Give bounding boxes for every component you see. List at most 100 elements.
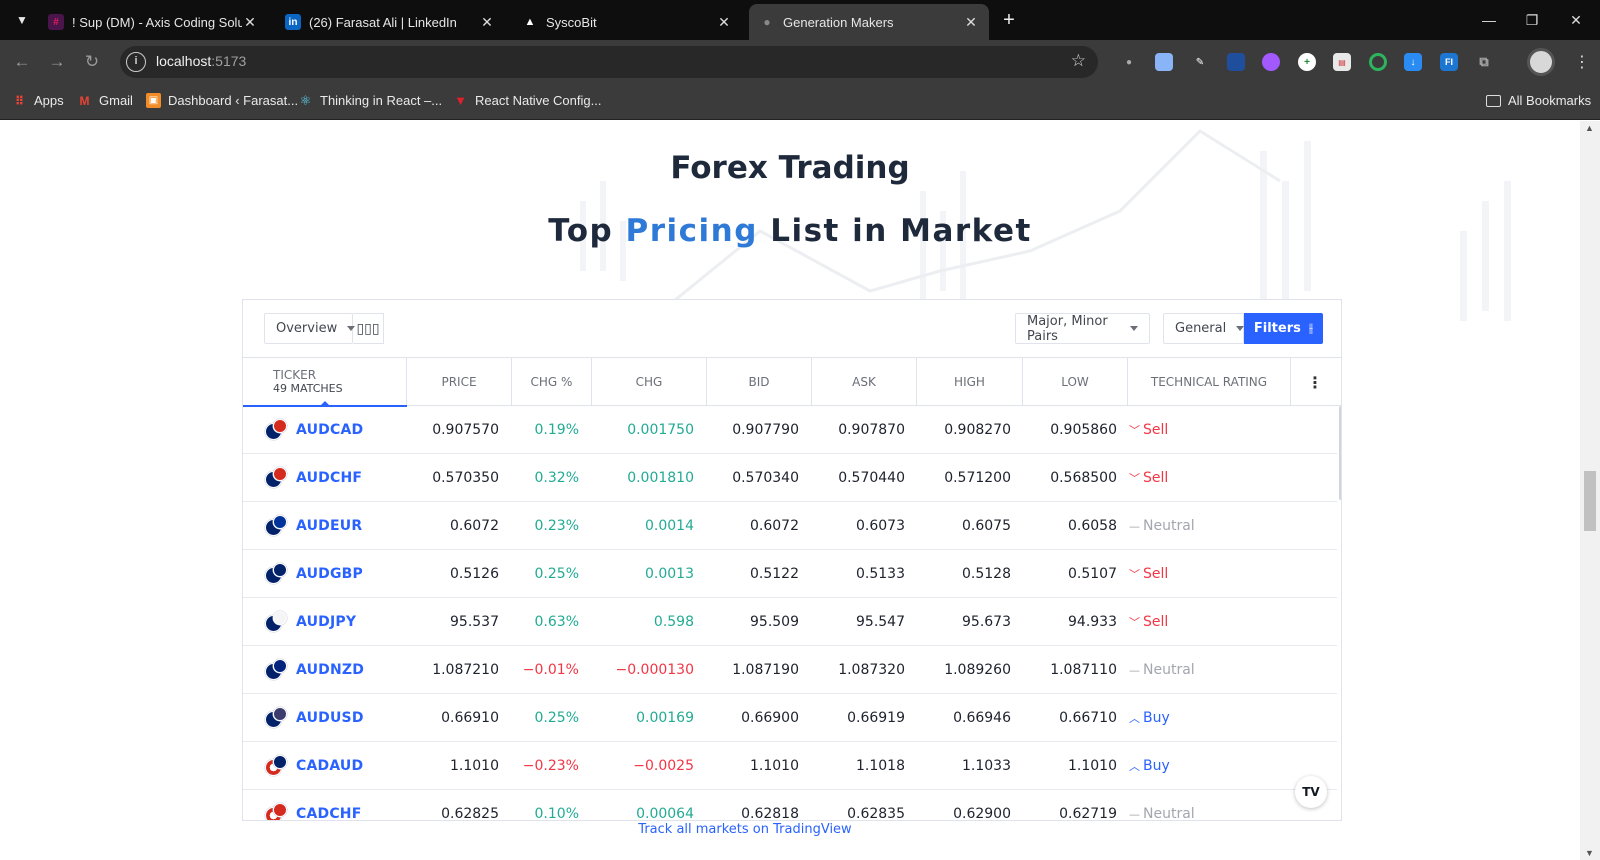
extension-color-icon[interactable] — [1262, 53, 1280, 71]
cell-ask: 95.547 — [856, 614, 905, 630]
cell-chg-pct: −0.23% — [522, 758, 579, 774]
extension-card-icon[interactable]: ▤ — [1333, 53, 1351, 71]
quote-flag-icon — [273, 659, 287, 673]
table-row[interactable]: CADCHF 0.62825 0.10% 0.00064 0.62818 0.62835 0… — [243, 790, 1337, 821]
cell-price: 1.087210 — [432, 662, 499, 678]
browser-menu-icon[interactable]: ⋮ — [1574, 52, 1590, 72]
cell-ask: 0.5133 — [856, 566, 905, 582]
table-row[interactable]: AUDUSD 0.66910 0.25% 0.00169 0.66900 0.66919 0… — [243, 694, 1337, 742]
ticker-symbol-link[interactable]: AUDCHF — [296, 454, 362, 502]
table-row[interactable]: AUDJPY 95.537 0.63% 0.598 95.509 95.547 95.673… — [243, 598, 1337, 646]
ticker-symbol-link[interactable]: AUDJPY — [296, 598, 356, 646]
tab-title: ! Sup (DM) - Axis Coding Soluti — [72, 14, 242, 30]
browser-tab-generation-makers[interactable]: ● Generation Makers ✕ — [749, 4, 989, 40]
ticker-symbol-link[interactable]: AUDUSD — [296, 694, 364, 742]
rating-label: Sell — [1143, 422, 1169, 438]
extension-target-icon[interactable] — [1369, 53, 1387, 71]
cell-ask: 0.62835 — [847, 806, 905, 821]
column-label: LOW — [1061, 375, 1089, 389]
column-ask[interactable]: ASK — [812, 358, 917, 406]
column-label: CHG — [635, 375, 663, 389]
column-high[interactable]: HIGH — [917, 358, 1023, 406]
dash-icon: — — [1129, 808, 1140, 821]
column-chg[interactable]: CHG — [592, 358, 707, 406]
extension-fi-icon[interactable]: FI — [1440, 53, 1458, 71]
cell-bid: 0.6072 — [750, 518, 799, 534]
view-select[interactable]: Overview — [264, 313, 356, 344]
bookmark-thinking-in-react[interactable]: ⚛ Thinking in React –... — [298, 93, 442, 109]
tab-close-icon[interactable]: ✕ — [716, 14, 732, 31]
extension-download-icon[interactable]: ↓ — [1404, 53, 1422, 71]
table-row[interactable]: AUDNZD 1.087210 −0.01% −0.000130 1.087190 1.0… — [243, 646, 1337, 694]
minimize-icon[interactable]: — — [1474, 8, 1504, 32]
table-row[interactable]: AUDCAD 0.907570 0.19% 0.001750 0.907790 0.907… — [243, 406, 1337, 454]
cell-chg-pct: 0.23% — [534, 518, 579, 534]
table-row[interactable]: CADAUD 1.1010 −0.23% −0.0025 1.1010 1.1018 1.1… — [243, 742, 1337, 790]
tradingview-logo-icon[interactable]: TV — [1295, 776, 1327, 808]
tab-close-icon[interactable]: ✕ — [479, 14, 495, 31]
pairs-select[interactable]: Major, Minor Pairs — [1015, 313, 1150, 344]
tab-close-icon[interactable]: ✕ — [242, 14, 258, 31]
window-close-icon[interactable]: ✕ — [1561, 8, 1591, 32]
extension-plus-icon[interactable]: + — [1298, 53, 1316, 71]
site-info-icon[interactable]: i — [126, 52, 146, 72]
column-ticker[interactable]: TICKER 49 MATCHES — [243, 358, 407, 407]
extension-puppet-icon[interactable]: ● — [1120, 53, 1138, 71]
column-price[interactable]: PRICE — [407, 358, 512, 406]
general-select[interactable]: General — [1163, 313, 1245, 344]
column-chg-pct[interactable]: CHG % — [512, 358, 592, 406]
ticker-symbol-link[interactable]: AUDGBP — [296, 550, 363, 598]
rating-label: Neutral — [1143, 662, 1195, 678]
cell-price: 1.1010 — [450, 758, 499, 774]
currency-flag-icon — [265, 611, 287, 633]
ticker-symbol-link[interactable]: AUDNZD — [296, 646, 364, 694]
page-scrollbar[interactable]: ▲ ▼ — [1580, 121, 1600, 860]
column-technical-rating[interactable]: TECHNICAL RATING — [1128, 358, 1291, 406]
columns-icon[interactable]: ▯▯▯ — [353, 313, 384, 344]
table-row[interactable]: AUDCHF 0.570350 0.32% 0.001810 0.570340 0.570… — [243, 454, 1337, 502]
tab-search-chevron-icon[interactable]: ▼ — [10, 8, 34, 32]
all-bookmarks[interactable]: All Bookmarks — [1486, 93, 1591, 108]
track-all-markets-link[interactable]: Track all markets on TradingView — [0, 822, 1490, 837]
filters-button[interactable]: Filters ⫲ — [1244, 313, 1323, 344]
tab-close-icon[interactable]: ✕ — [963, 14, 979, 31]
bookmark-apps[interactable]: ⠿ Apps — [12, 93, 64, 108]
profile-avatar[interactable] — [1527, 48, 1555, 76]
table-scroll-thumb[interactable] — [1339, 406, 1341, 500]
browser-tab-linkedin[interactable]: in (26) Farasat Ali | LinkedIn ✕ — [275, 4, 505, 40]
browser-tab-syscobit[interactable]: ▲ SyscoBit ✕ — [512, 4, 742, 40]
forward-icon[interactable]: → — [45, 50, 69, 74]
new-tab-icon[interactable]: + — [997, 8, 1021, 32]
cell-low: 94.933 — [1068, 614, 1117, 630]
column-bid[interactable]: BID — [707, 358, 812, 406]
bookmark-dashboard[interactable]: ▣ Dashboard ‹ Farasat... — [146, 93, 298, 108]
ticker-symbol-link[interactable]: AUDCAD — [296, 406, 363, 454]
column-menu-icon[interactable]: ⋮ — [1291, 358, 1339, 406]
technical-rating: ﹀ Sell — [1129, 454, 1168, 503]
ticker-symbol-link[interactable]: CADAUD — [296, 742, 363, 790]
scroll-up-icon[interactable]: ▲ — [1585, 123, 1594, 133]
scroll-down-icon[interactable]: ▼ — [1585, 848, 1594, 858]
column-low[interactable]: LOW — [1023, 358, 1128, 406]
reload-icon[interactable]: ↻ — [80, 50, 104, 74]
page-scroll-thumb[interactable] — [1584, 471, 1596, 531]
subheading-pre: Top — [548, 213, 626, 249]
bookmark-react-native-config[interactable]: ▼ React Native Config... — [453, 93, 601, 108]
cell-chg-pct: −0.01% — [522, 662, 579, 678]
restore-icon[interactable]: ❐ — [1517, 8, 1547, 32]
rating-label: Neutral — [1143, 518, 1195, 534]
extension-eyedropper-icon[interactable]: ✎ — [1191, 53, 1209, 71]
extension-docs-icon[interactable] — [1155, 53, 1173, 71]
column-label: ASK — [852, 375, 876, 389]
table-row[interactable]: AUDGBP 0.5126 0.25% 0.0013 0.5122 0.5133 0.512… — [243, 550, 1337, 598]
browser-tab-slack[interactable]: # ! Sup (DM) - Axis Coding Soluti ✕ — [38, 4, 268, 40]
ticker-symbol-link[interactable]: CADCHF — [296, 790, 362, 820]
bookmark-star-icon[interactable]: ☆ — [1071, 51, 1086, 71]
extension-screen-icon[interactable] — [1227, 53, 1245, 71]
back-icon[interactable]: ← — [10, 50, 34, 74]
ticker-symbol-link[interactable]: AUDEUR — [296, 502, 362, 550]
table-row[interactable]: AUDEUR 0.6072 0.23% 0.0014 0.6072 0.6073 0.607… — [243, 502, 1337, 550]
bookmark-gmail[interactable]: M Gmail — [77, 93, 133, 108]
extensions-puzzle-icon[interactable]: ⧉ — [1475, 53, 1493, 71]
address-bar[interactable]: i localhost:5173 ☆ — [120, 46, 1098, 78]
